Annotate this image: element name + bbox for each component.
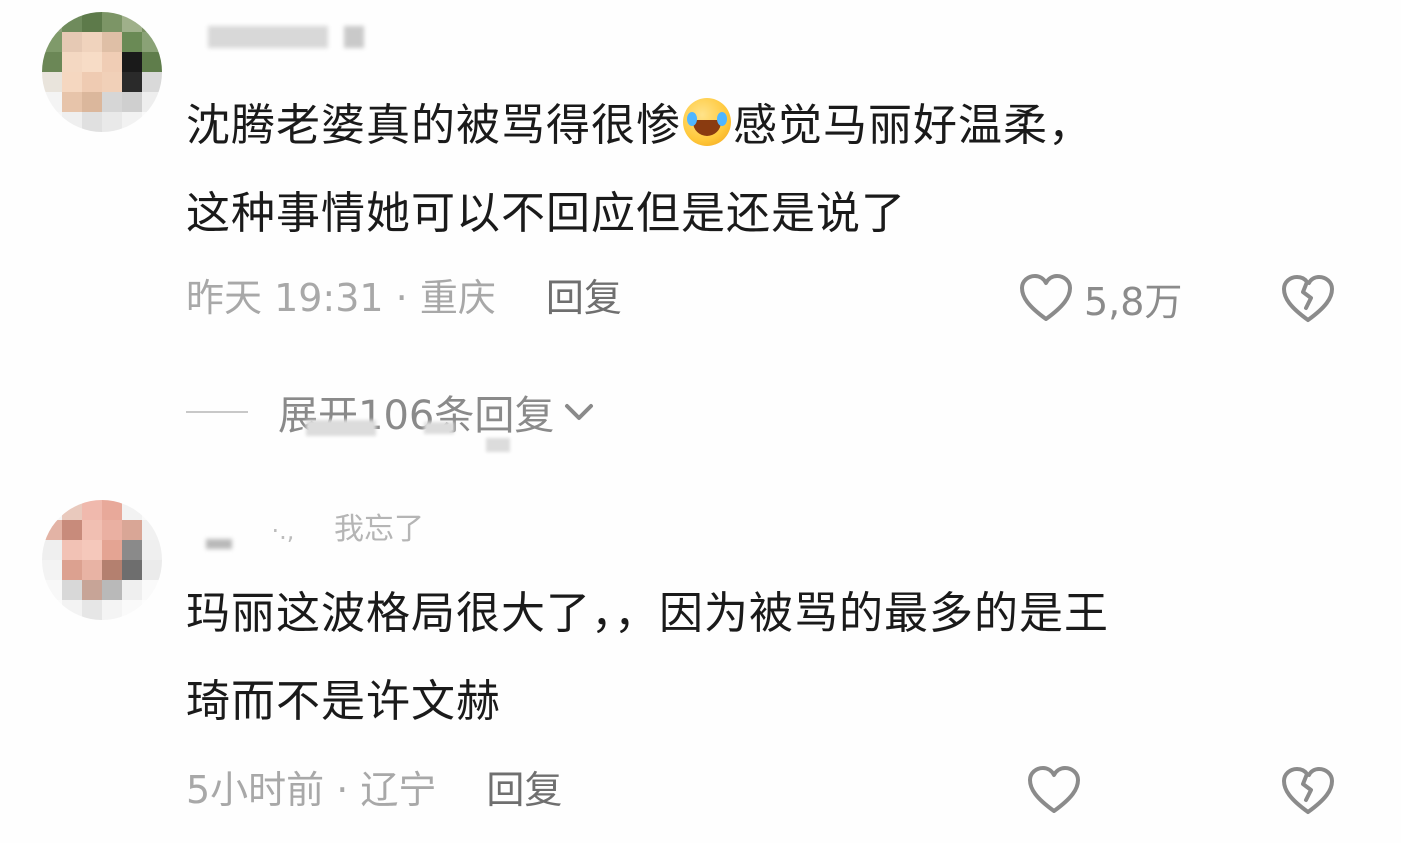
like-button[interactable]: [1026, 762, 1082, 818]
expand-replies-button[interactable]: 展开106条回复: [186, 382, 596, 452]
broken-heart-icon: [1282, 767, 1334, 814]
dislike-button[interactable]: [1280, 270, 1336, 326]
timestamp-location: 5小时前 · 辽宁: [186, 768, 437, 812]
comment-item-1: 沈腾老婆真的被骂得很惨 感觉马丽好温柔， 这种事情她可以不回应但是还是说了 昨天 …: [0, 0, 1401, 360]
redaction-block: [306, 420, 376, 436]
reply-button[interactable]: 回复: [546, 276, 622, 320]
comment-item-2: ·., 我忘了 玛丽这波格局很大了，，因为被骂的最多的是王 琦而不是许文赫 5小…: [0, 490, 1401, 843]
comment-text: 玛丽这波格局很大了，，因为被骂的最多的是王 琦而不是许文赫: [186, 570, 1109, 746]
username-label: 我忘了: [333, 512, 424, 547]
avatar[interactable]: [42, 12, 162, 132]
heart-icon: [1020, 274, 1072, 321]
username[interactable]: [208, 16, 364, 56]
username[interactable]: ·., 我忘了: [206, 510, 424, 550]
comment-text-line1: 沈腾老婆真的被骂得很惨: [186, 100, 681, 151]
rofl-emoji-icon: [683, 98, 731, 146]
chevron-down-icon: [565, 404, 594, 420]
divider-line: [186, 411, 248, 413]
redaction-block: [486, 438, 510, 452]
reply-button[interactable]: 回复: [486, 768, 562, 812]
avatar[interactable]: [42, 500, 162, 620]
broken-heart-icon: [1282, 275, 1334, 322]
comment-text-line1-tail: 感觉马丽好温柔，: [733, 100, 1093, 151]
comment-meta: 5小时前 · 辽宁 回复: [186, 762, 562, 818]
comment-text: 沈腾老婆真的被骂得很惨 感觉马丽好温柔， 这种事情她可以不回应但是还是说了: [186, 82, 1093, 258]
comment-text-line2: 琦而不是许文赫: [186, 676, 501, 727]
like-count: 5,8万: [1084, 279, 1183, 324]
redaction-block: [424, 422, 454, 434]
comment-meta: 昨天 19:31 · 重庆 回复: [186, 270, 622, 326]
heart-icon: [1028, 766, 1080, 813]
comment-text-line1: 玛丽这波格局很大了，，因为被骂的最多的是王: [186, 588, 1109, 639]
timestamp-location: 昨天 19:31 · 重庆: [186, 276, 496, 320]
dislike-button[interactable]: [1280, 762, 1336, 818]
like-button[interactable]: 5,8万: [1018, 270, 1182, 326]
comment-text-line2: 这种事情她可以不回应但是还是说了: [186, 188, 906, 239]
